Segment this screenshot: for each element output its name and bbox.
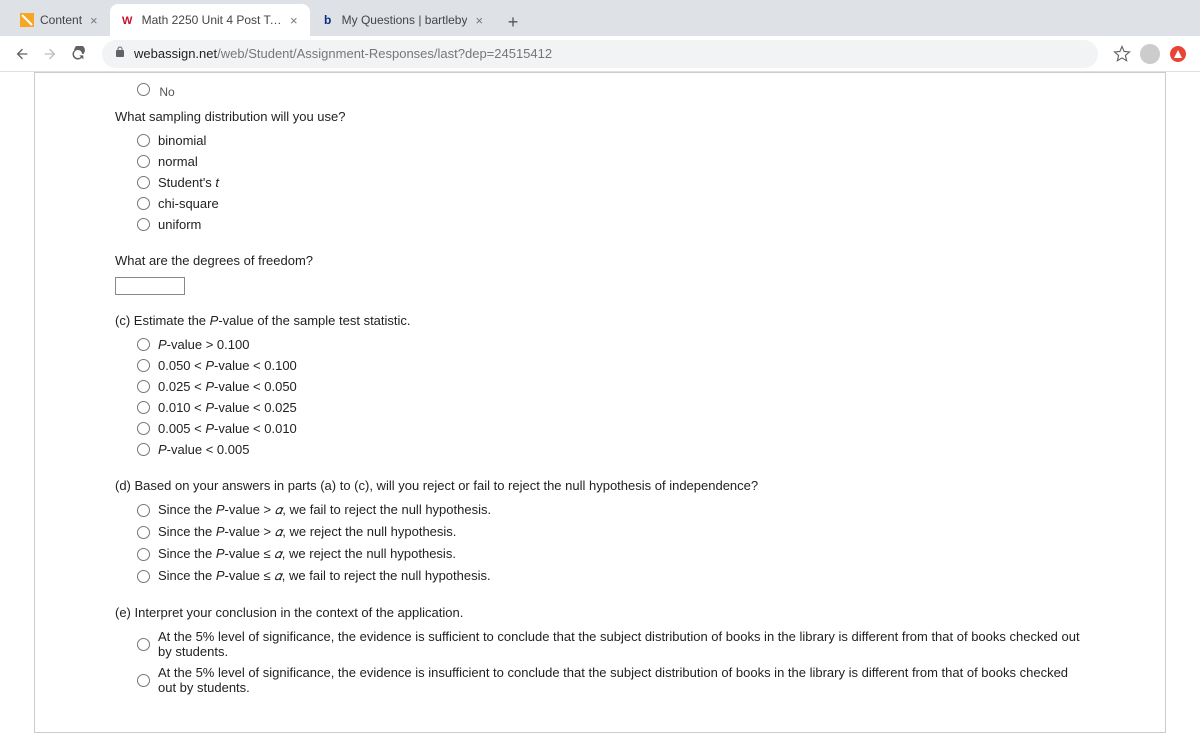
radio-label: 0.010 < P-value < 0.025 xyxy=(158,400,297,415)
address-bar[interactable]: webassign.net/web/Student/Assignment-Res… xyxy=(102,40,1098,68)
radio-normal[interactable] xyxy=(137,155,150,168)
tab-content[interactable]: Content × xyxy=(8,4,110,36)
back-button[interactable] xyxy=(8,40,36,68)
part-label: (c) xyxy=(115,313,130,328)
bookmark-icon[interactable] xyxy=(1108,40,1136,68)
part-e-body: Interpret your conclusion in the context… xyxy=(135,605,464,620)
radio-d-1[interactable] xyxy=(137,504,150,517)
radio-uniform[interactable] xyxy=(137,218,150,231)
radio-label: Since the P-value ≤ 𝛼, we fail to reject… xyxy=(158,568,491,584)
dof-question: What are the degrees of freedom? xyxy=(115,253,1085,268)
radio-label: chi-square xyxy=(158,196,219,211)
radio-binomial[interactable] xyxy=(137,134,150,147)
radio-pval-5[interactable] xyxy=(137,422,150,435)
radio-d-3[interactable] xyxy=(137,548,150,561)
part-e-text: (e) Interpret your conclusion in the con… xyxy=(115,605,1085,620)
part-d-body: Based on your answers in parts (a) to (c… xyxy=(135,478,759,493)
radio-d-2[interactable] xyxy=(137,526,150,539)
close-icon[interactable]: × xyxy=(475,13,483,28)
tab-favicon-webassign: W xyxy=(122,13,136,27)
tab-webassign[interactable]: W Math 2250 Unit 4 Post Test Re × xyxy=(110,4,310,36)
tab-bartleby[interactable]: b My Questions | bartleby × xyxy=(310,4,495,36)
svg-text:W: W xyxy=(122,15,133,27)
tab-favicon-content xyxy=(20,13,34,27)
radio-label: 0.025 < P-value < 0.050 xyxy=(158,379,297,394)
radio-label: At the 5% level of significance, the evi… xyxy=(158,665,1085,695)
radio-label: binomial xyxy=(158,133,206,148)
radio-e-1[interactable] xyxy=(137,638,150,651)
reload-button[interactable] xyxy=(64,40,92,68)
url-path: /web/Student/Assignment-Responses/last?d… xyxy=(217,46,552,61)
radio-pval-2[interactable] xyxy=(137,359,150,372)
radio-label: Since the P-value > 𝛼, we reject the nul… xyxy=(158,524,456,540)
radio-pval-4[interactable] xyxy=(137,401,150,414)
part-d-text: (d) Based on your answers in parts (a) t… xyxy=(115,478,1085,493)
svg-text:b: b xyxy=(324,13,331,27)
part-c-text: (c) Estimate the P-value of the sample t… xyxy=(115,313,1085,328)
radio-label: 0.050 < P-value < 0.100 xyxy=(158,358,297,373)
radio-label: 0.005 < P-value < 0.010 xyxy=(158,421,297,436)
radio-label: uniform xyxy=(158,217,201,232)
part-label: (d) xyxy=(115,478,131,493)
radio-label: Student's t xyxy=(158,175,219,190)
radio-d-4[interactable] xyxy=(137,570,150,583)
radio-pval-6[interactable] xyxy=(137,443,150,456)
tab-title: Math 2250 Unit 4 Post Test Re xyxy=(142,13,282,27)
extension-icon[interactable] xyxy=(1164,40,1192,68)
part-label: (e) xyxy=(115,605,131,620)
close-icon[interactable]: × xyxy=(90,13,98,28)
radio-label: P-value < 0.005 xyxy=(158,442,249,457)
radio-label: Since the P-value ≤ 𝛼, we reject the nul… xyxy=(158,546,456,562)
radio-pval-3[interactable] xyxy=(137,380,150,393)
new-tab-button[interactable]: + xyxy=(499,8,527,36)
url-domain: webassign.net xyxy=(134,46,217,61)
profile-icon[interactable] xyxy=(1136,40,1164,68)
radio-chi-square[interactable] xyxy=(137,197,150,210)
tab-favicon-bartleby: b xyxy=(322,13,336,27)
radio-label: normal xyxy=(158,154,198,169)
tab-title: My Questions | bartleby xyxy=(342,13,468,27)
radio-label: At the 5% level of significance, the evi… xyxy=(158,629,1085,659)
radio-pval-1[interactable] xyxy=(137,338,150,351)
close-icon[interactable]: × xyxy=(290,13,298,28)
tab-title: Content xyxy=(40,13,82,27)
radio-students-t[interactable] xyxy=(137,176,150,189)
dof-input[interactable] xyxy=(115,277,185,295)
partial-label: No xyxy=(159,85,174,99)
radio-label: P-value > 0.100 xyxy=(158,337,249,352)
radio-no[interactable] xyxy=(137,83,150,96)
forward-button[interactable] xyxy=(36,40,64,68)
sampling-question: What sampling distribution will you use? xyxy=(115,109,1085,124)
radio-label: Since the P-value > 𝛼, we fail to reject… xyxy=(158,502,491,518)
radio-e-2[interactable] xyxy=(137,674,150,687)
lock-icon xyxy=(114,46,126,61)
